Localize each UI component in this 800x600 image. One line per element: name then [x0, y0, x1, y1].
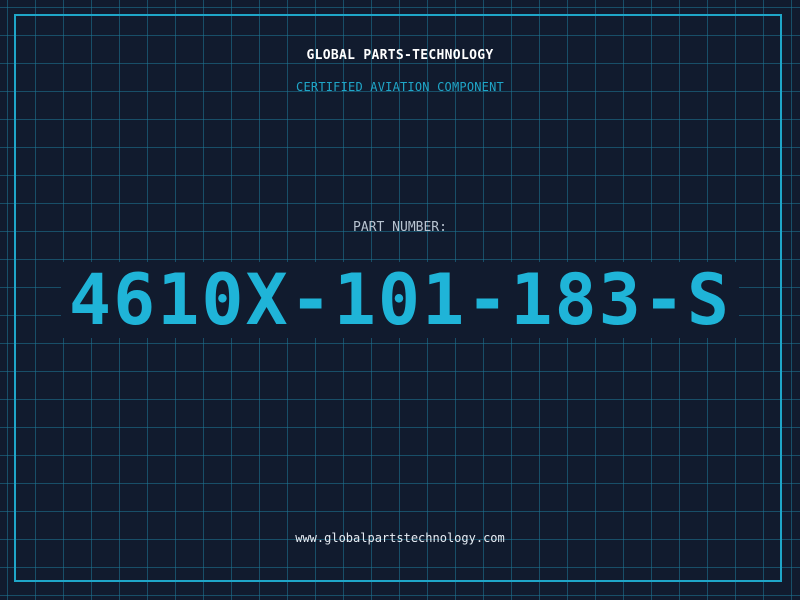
part-number-value: 4610X-101-183-S: [60, 262, 740, 338]
part-card: GLOBAL PARTS-TECHNOLOGY CERTIFIED AVIATI…: [0, 0, 800, 600]
part-number-label: PART NUMBER:: [353, 220, 447, 235]
website-url: www.globalpartstechnology.com: [295, 531, 505, 545]
part-number-container: 4610X-101-183-S: [0, 262, 800, 338]
company-name: GLOBAL PARTS-TECHNOLOGY: [306, 48, 494, 63]
certification-tagline: CERTIFIED AVIATION COMPONENT: [296, 80, 504, 94]
